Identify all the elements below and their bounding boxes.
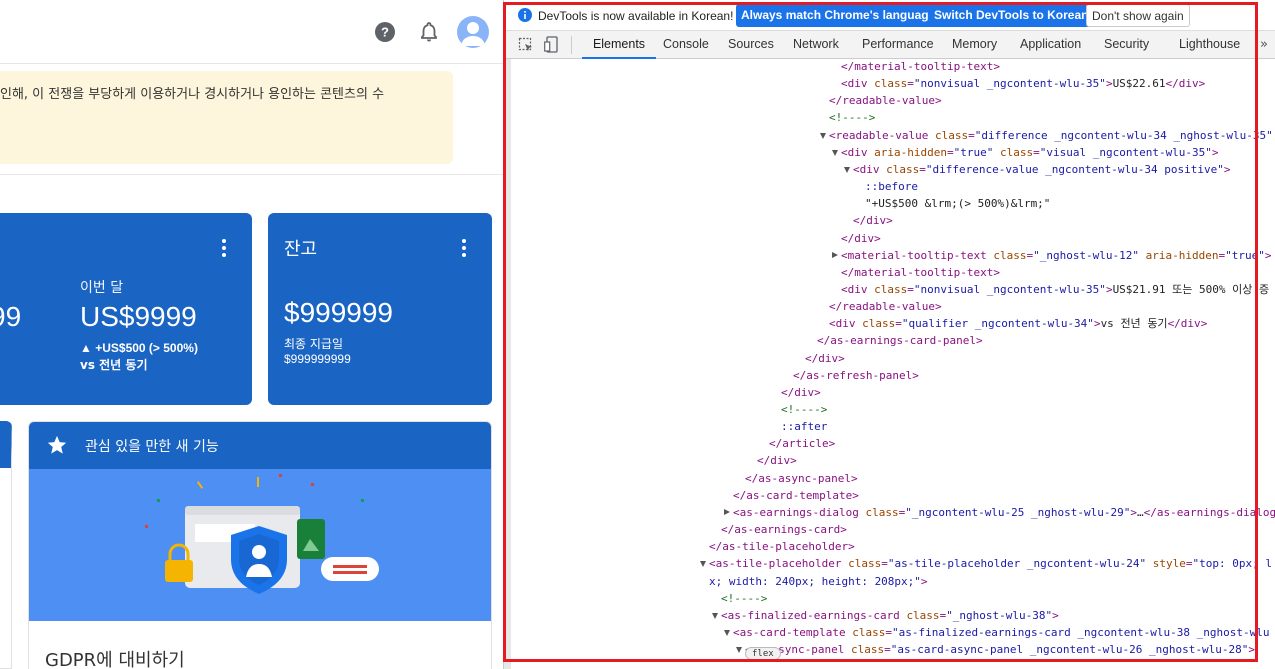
dom-gutter bbox=[504, 59, 511, 669]
tab-elements[interactable]: Elements bbox=[582, 31, 656, 59]
dom-line[interactable]: <div aria-hidden="true" class="visual _n… bbox=[841, 144, 1219, 161]
this-month-change: ▲ +US$500 (> 500%) bbox=[80, 341, 198, 355]
dom-line[interactable]: <!----> bbox=[781, 401, 827, 418]
dom-line[interactable]: </material-tooltip-text> bbox=[841, 58, 1000, 75]
gdpr-heading: GDPR에 대비하기 bbox=[45, 650, 185, 669]
more-vert-icon[interactable] bbox=[222, 239, 226, 257]
more-tabs-icon[interactable]: » bbox=[1260, 37, 1268, 52]
last-payment-label: 최종 지급일 bbox=[284, 337, 344, 351]
inspect-element-icon[interactable] bbox=[518, 37, 534, 53]
tab-lighthouse[interactable]: Lighthouse bbox=[1179, 31, 1240, 59]
balance-title: 잔고 bbox=[284, 239, 318, 260]
adsense-page: ? 인해, 이 전쟁을 부당하게 이용하거나 경시하거나 용인하는 콘텐츠의 수… bbox=[0, 0, 503, 669]
dom-line[interactable]: <as-tile-placeholder class="as-tile-plac… bbox=[709, 555, 1272, 572]
tab-memory[interactable]: Memory bbox=[952, 31, 997, 59]
notice-text: 인해, 이 전쟁을 부당하게 이용하거나 경시하거나 용인하는 콘텐츠의 수 bbox=[0, 87, 385, 102]
devtools-tabbar: Elements Console Sources Network Perform… bbox=[504, 31, 1275, 59]
svg-text:?: ? bbox=[381, 25, 389, 40]
balance-value: $999999 bbox=[284, 297, 394, 328]
dont-show-again-button[interactable]: Don't show again bbox=[1086, 4, 1190, 27]
expand-arrow-icon[interactable] bbox=[700, 561, 706, 568]
infobar-message: DevTools is now available in Korean! bbox=[538, 9, 734, 23]
tab-performance[interactable]: Performance bbox=[862, 31, 934, 59]
dom-line[interactable]: ::before bbox=[865, 178, 918, 195]
avatar[interactable] bbox=[457, 16, 489, 48]
collapse-arrow-icon[interactable] bbox=[724, 508, 730, 515]
expand-arrow-icon[interactable] bbox=[844, 166, 850, 173]
balance-card: 잔고 $999999 최종 지급일 $999999999 bbox=[268, 213, 492, 405]
expand-arrow-icon[interactable] bbox=[724, 629, 730, 636]
tab-sources[interactable]: Sources bbox=[728, 31, 774, 59]
dom-line[interactable]: <div class="qualifier _ngcontent-wlu-34"… bbox=[829, 315, 1207, 332]
last-payment-value: $999999999 bbox=[284, 352, 351, 366]
this-month-compare: vs 전년 동기 bbox=[80, 358, 148, 372]
dom-line[interactable]: <as-card-template class="as-finalized-ea… bbox=[733, 624, 1269, 641]
dom-line[interactable]: </div> bbox=[805, 350, 845, 367]
divider bbox=[0, 174, 503, 175]
dom-line[interactable]: </as-async-panel> bbox=[745, 470, 858, 487]
dom-line[interactable]: </as-tile-placeholder> bbox=[709, 538, 855, 555]
elements-dom-tree: </material-tooltip-text> <div class="nonv… bbox=[504, 59, 1275, 669]
tab-console[interactable]: Console bbox=[663, 31, 709, 59]
toolbar-divider bbox=[571, 36, 572, 54]
dom-line[interactable]: <!----> bbox=[829, 109, 875, 126]
this-month-label: 이번 달 bbox=[80, 280, 124, 296]
dom-line[interactable]: </readable-value> bbox=[829, 92, 942, 109]
language-infobar: DevTools is now available in Korean! Alw… bbox=[504, 0, 1275, 31]
gdpr-illustration bbox=[29, 469, 491, 621]
feature-title: 관심 있을 만한 새 기능 bbox=[85, 439, 219, 455]
dom-line[interactable]: </div> bbox=[757, 452, 797, 469]
dom-line[interactable]: <as-finalized-earnings-card class="_ngho… bbox=[721, 607, 1059, 624]
tab-security[interactable]: Security bbox=[1104, 31, 1149, 59]
dom-line[interactable]: <material-tooltip-text class="_nghost-wl… bbox=[841, 247, 1272, 264]
star-icon bbox=[47, 435, 67, 454]
dom-line[interactable]: <!----> bbox=[721, 590, 767, 607]
expand-arrow-icon[interactable] bbox=[820, 132, 826, 139]
feature-card: 관심 있을 만한 새 기능 GDPR에 대비하기 bbox=[28, 421, 492, 669]
dom-line[interactable]: </div> bbox=[841, 230, 881, 247]
always-match-language-button[interactable]: Always match Chrome's language bbox=[736, 4, 941, 27]
this-month-value: US$9999 bbox=[80, 301, 197, 332]
switch-to-korean-button[interactable]: Switch DevTools to Korean bbox=[929, 4, 1094, 27]
dom-line[interactable]: <div class="nonvisual _ngcontent-wlu-35"… bbox=[841, 75, 1205, 92]
info-icon bbox=[518, 8, 532, 22]
card-partial bbox=[0, 421, 12, 669]
dom-line[interactable]: <div class="difference-value _ngcontent-… bbox=[853, 161, 1231, 178]
help-icon[interactable]: ? bbox=[373, 20, 397, 44]
dom-line[interactable]: ::after bbox=[781, 418, 827, 435]
shield-illustration-icon bbox=[145, 474, 379, 594]
dom-line[interactable]: </readable-value> bbox=[829, 298, 942, 315]
dom-line[interactable]: <as-earnings-dialog class="_ngcontent-wl… bbox=[733, 504, 1275, 521]
dom-line[interactable]: </as-refresh-panel> bbox=[793, 367, 919, 384]
user-icon bbox=[461, 22, 485, 46]
expand-arrow-icon[interactable] bbox=[832, 149, 838, 156]
dom-line[interactable]: "+US$500 &lrm;(> 500%)&lrm;" bbox=[865, 195, 1050, 212]
device-toolbar-icon[interactable] bbox=[544, 36, 560, 53]
dom-line[interactable]: </material-tooltip-text> bbox=[841, 264, 1000, 281]
expand-arrow-icon[interactable] bbox=[736, 647, 742, 654]
expand-arrow-icon[interactable] bbox=[712, 612, 718, 619]
dom-line[interactable]: <as-async-panel class="as-card-async-pan… bbox=[745, 641, 1255, 658]
bell-icon[interactable] bbox=[417, 20, 441, 44]
dom-line[interactable]: </div> bbox=[781, 384, 821, 401]
devtools-panel: DevTools is now available in Korean! Alw… bbox=[503, 0, 1275, 669]
dom-line[interactable]: </as-earnings-card-panel> bbox=[817, 332, 983, 349]
notice-banner: 인해, 이 전쟁을 부당하게 이용하거나 경시하거나 용인하는 콘텐츠의 수 bbox=[0, 71, 453, 164]
dom-line[interactable]: <div class="nonvisual _ngcontent-wlu-35"… bbox=[841, 281, 1269, 298]
feature-card-header: 관심 있을 만한 새 기능 bbox=[29, 422, 491, 469]
dom-line[interactable]: </div> bbox=[853, 212, 893, 229]
dom-line[interactable]: </as-earnings-card> bbox=[721, 521, 847, 538]
more-vert-icon[interactable] bbox=[462, 239, 466, 257]
earnings-partial-value: 99 bbox=[0, 301, 22, 332]
dom-line[interactable]: x; width: 240px; height: 208px;"> bbox=[709, 573, 928, 590]
dom-line[interactable]: <readable-value class="difference _ngcon… bbox=[829, 127, 1273, 144]
tab-network[interactable]: Network bbox=[793, 31, 839, 59]
earnings-card-this-month: 99 ) 이번 달 US$9999 ▲ +US$500 (> 500%) vs … bbox=[0, 213, 252, 405]
top-bar: ? bbox=[0, 0, 503, 64]
collapse-arrow-icon[interactable] bbox=[832, 251, 838, 258]
dom-line[interactable]: </article> bbox=[769, 435, 835, 452]
flex-badge[interactable]: flex bbox=[745, 647, 781, 660]
dom-line[interactable]: </as-card-template> bbox=[733, 487, 859, 504]
tab-application[interactable]: Application bbox=[1020, 31, 1081, 59]
